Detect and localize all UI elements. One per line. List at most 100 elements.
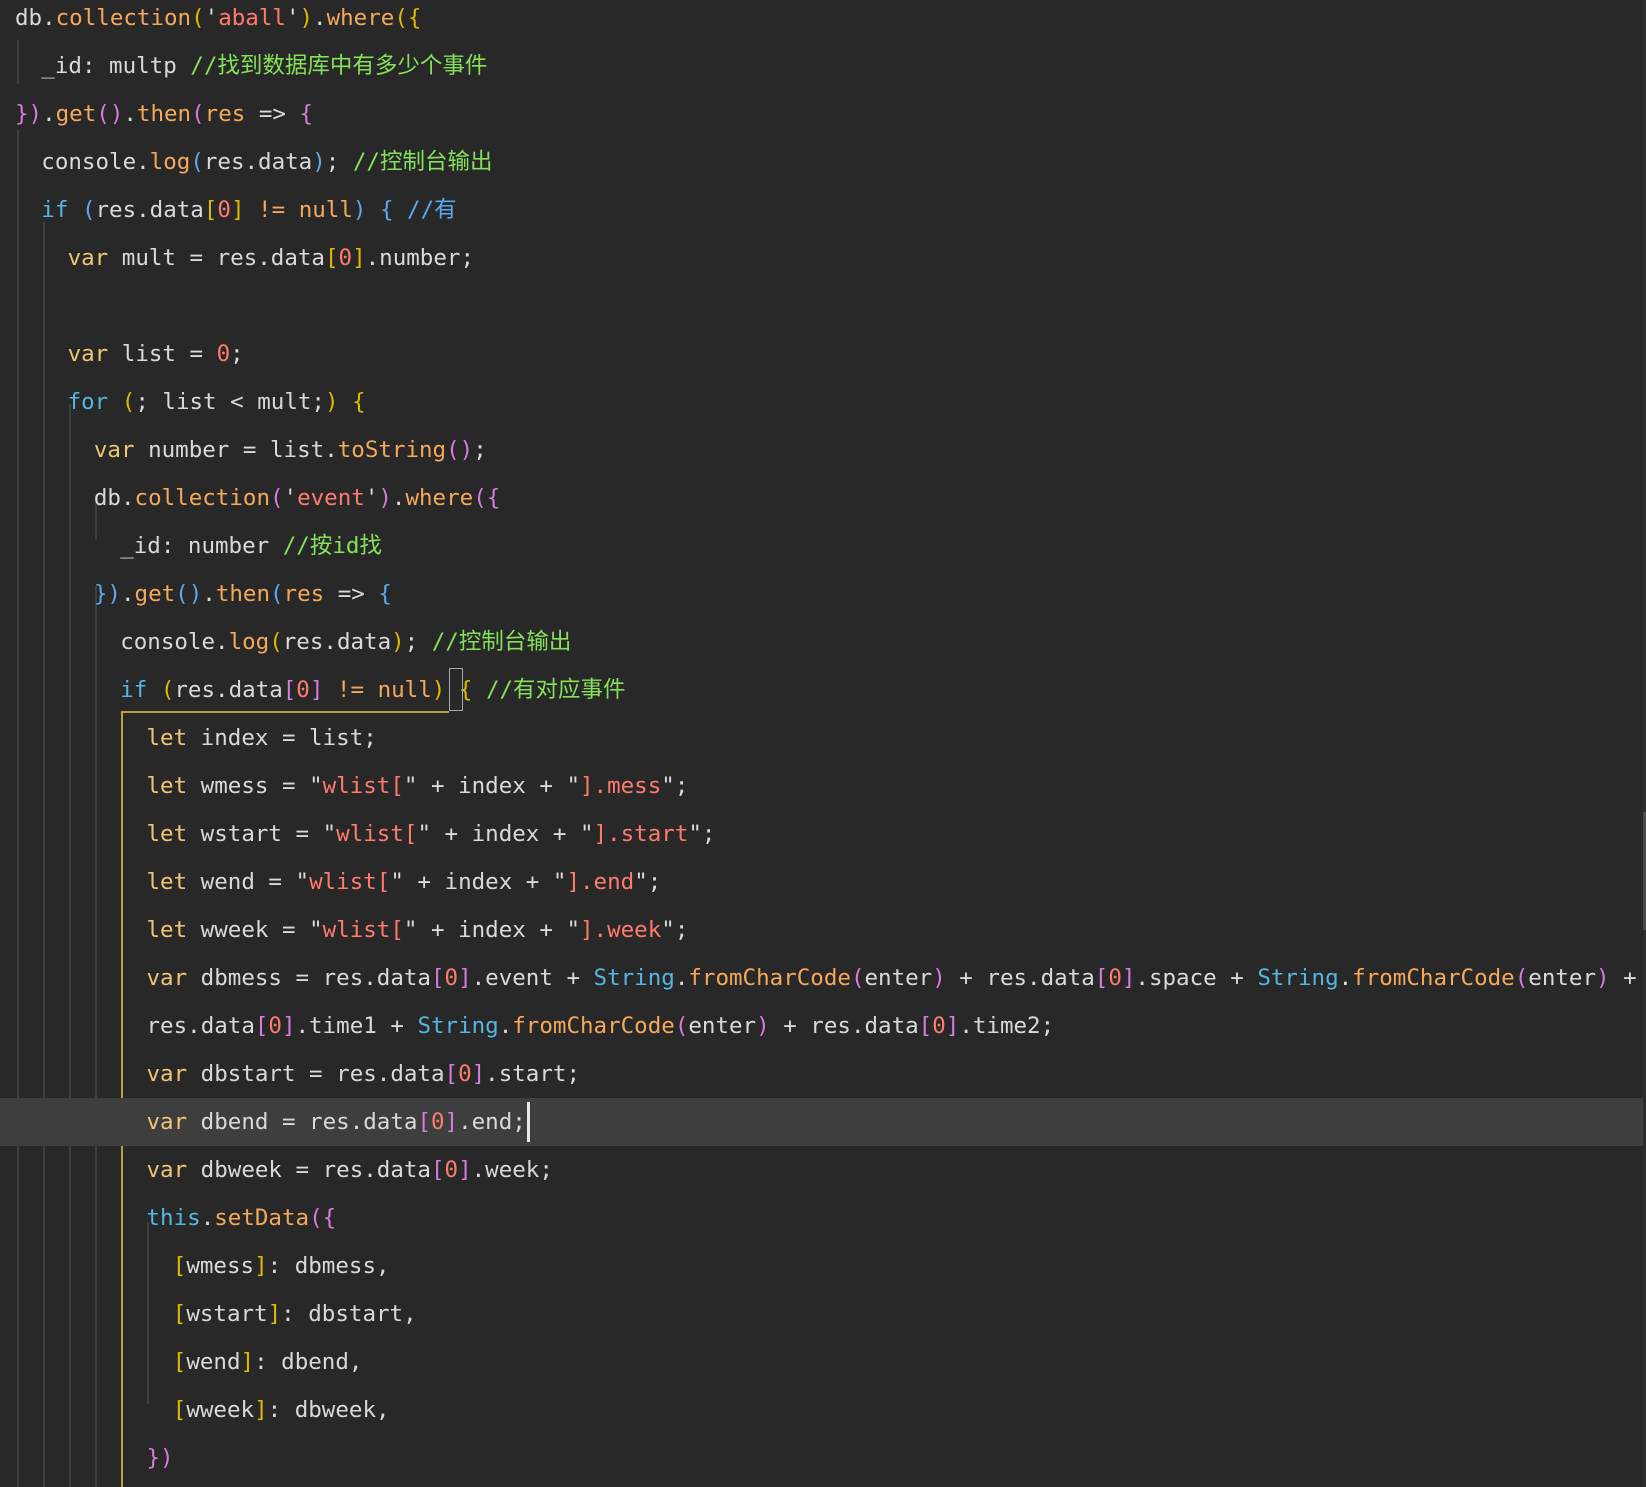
code-token: ( (1514, 965, 1529, 991)
current-code-line[interactable]: var dbend = res.data[0].end; (0, 1098, 1646, 1146)
code-token: ) (299, 5, 314, 31)
code-token: . (363, 965, 377, 991)
bracket-match-highlight (449, 668, 463, 711)
code-token: ] (1121, 965, 1136, 991)
indent-guide (17, 130, 19, 1487)
code-line-content: let index = list; (147, 714, 377, 762)
code-token: null (377, 677, 432, 703)
code-token: [ (918, 1013, 933, 1039)
code-token: res (146, 1013, 188, 1039)
code-token: [ (203, 197, 218, 223)
code-token: null (298, 197, 353, 223)
code-token: mult = (108, 245, 217, 271)
code-token: ({ (394, 5, 422, 31)
code-token: ] (458, 965, 472, 991)
code-token: dbstart = res (187, 1061, 377, 1087)
code-line-content: var dbend = res.data[0].end; (147, 1098, 526, 1146)
code-token: index = list; (187, 725, 377, 751)
code-token: data (149, 197, 204, 223)
code-token: " (295, 869, 310, 895)
code-token: }) (15, 101, 43, 127)
code-line-content: let wweek = "wlist[" + index + "].week"; (147, 906, 689, 954)
code-line-content: [wstart]: dbstart, (173, 1290, 417, 1338)
code-token: data (258, 149, 313, 175)
code-token: fromCharCode (512, 1013, 675, 1039)
code-token: ] (254, 1253, 268, 1279)
code-token: => (324, 581, 379, 607)
code-token: _id (120, 533, 161, 559)
code-token: wlist[ (322, 773, 404, 799)
code-token: . (215, 629, 229, 655)
code-token: [ (1094, 965, 1109, 991)
code-token: . (391, 485, 406, 511)
code-token: + (1609, 965, 1637, 991)
code-token: ] (444, 1109, 459, 1135)
code-token: ] (352, 245, 366, 271)
code-token: . (215, 677, 229, 703)
code-token: dbend = res (187, 1109, 350, 1135)
indent-guide (43, 222, 45, 1487)
code-token: " (403, 773, 418, 799)
code-token: then (136, 101, 192, 127)
code-token: . (365, 245, 380, 271)
code-token: " (566, 917, 580, 943)
indent-guide (95, 586, 97, 1487)
code-token: != (244, 197, 299, 223)
code-token: data (376, 965, 431, 991)
code-token: () (96, 101, 124, 127)
code-token: if (120, 677, 148, 703)
code-token: .event + (471, 965, 594, 991)
code-token: dbweek = res (187, 1157, 364, 1183)
code-line-content: var dbstart = res.data[0].start; (147, 1050, 581, 1098)
code-token: //按id找 (269, 533, 382, 559)
code-token: console (120, 629, 216, 655)
code-token: ] (254, 1397, 268, 1423)
code-token: : dbstart, (281, 1301, 417, 1327)
code-token: + res (769, 1013, 851, 1039)
code-token: 0 (216, 341, 231, 367)
code-line-content: if (res.data[0] != null) { //有 (41, 186, 456, 234)
code-token: [ (430, 965, 445, 991)
code-token: //找到数据库中有多少个事件 (176, 53, 488, 79)
code-token: . (498, 1013, 513, 1039)
code-line-content: [wend]: dbend, (173, 1338, 363, 1386)
code-token: var (67, 341, 109, 367)
code-token: + index + (417, 917, 567, 943)
code-token: ) (932, 965, 946, 991)
code-token: ].week (580, 917, 662, 943)
code-line-content: if (res.data[0] != null) { //有对应事件 (120, 666, 625, 714)
text-cursor (527, 1102, 530, 1142)
code-token: ) (391, 629, 405, 655)
code-line-content: [wweek]: dbweek, (173, 1386, 390, 1434)
code-token: ( (121, 389, 136, 415)
code-token: . (313, 5, 327, 31)
code-token: ] (267, 1301, 282, 1327)
code-line-content: let wend = "wlist[" + index + "].end"; (147, 858, 662, 906)
code-token: wlist[ (336, 821, 418, 847)
code-token: ] (281, 1013, 296, 1039)
code-token: . (363, 1157, 377, 1183)
code-token: [ (282, 677, 297, 703)
code-token: [ (324, 245, 339, 271)
code-token: ( (190, 149, 204, 175)
code-token: where (405, 485, 474, 511)
code-token: { (299, 101, 314, 127)
code-line-content: db.collection('event').where({ (94, 474, 500, 522)
code-token: [ (254, 1013, 269, 1039)
indent-guide (69, 404, 71, 1487)
code-token: ; (701, 821, 716, 847)
code-token: { (379, 197, 394, 223)
code-token: wweek = (187, 917, 310, 943)
code-token: dbmess = res (187, 965, 364, 991)
code-token: [ (430, 1157, 445, 1183)
code-token: wstart (186, 1301, 268, 1327)
code-token: [ (417, 1109, 431, 1135)
code-token: . (376, 1061, 391, 1087)
code-token: : dbend, (254, 1349, 363, 1375)
code-token: ' (364, 485, 379, 511)
code-token: log (228, 629, 270, 655)
code-editor[interactable]: db.collection('aball').where({_id: multp… (0, 0, 1646, 1487)
